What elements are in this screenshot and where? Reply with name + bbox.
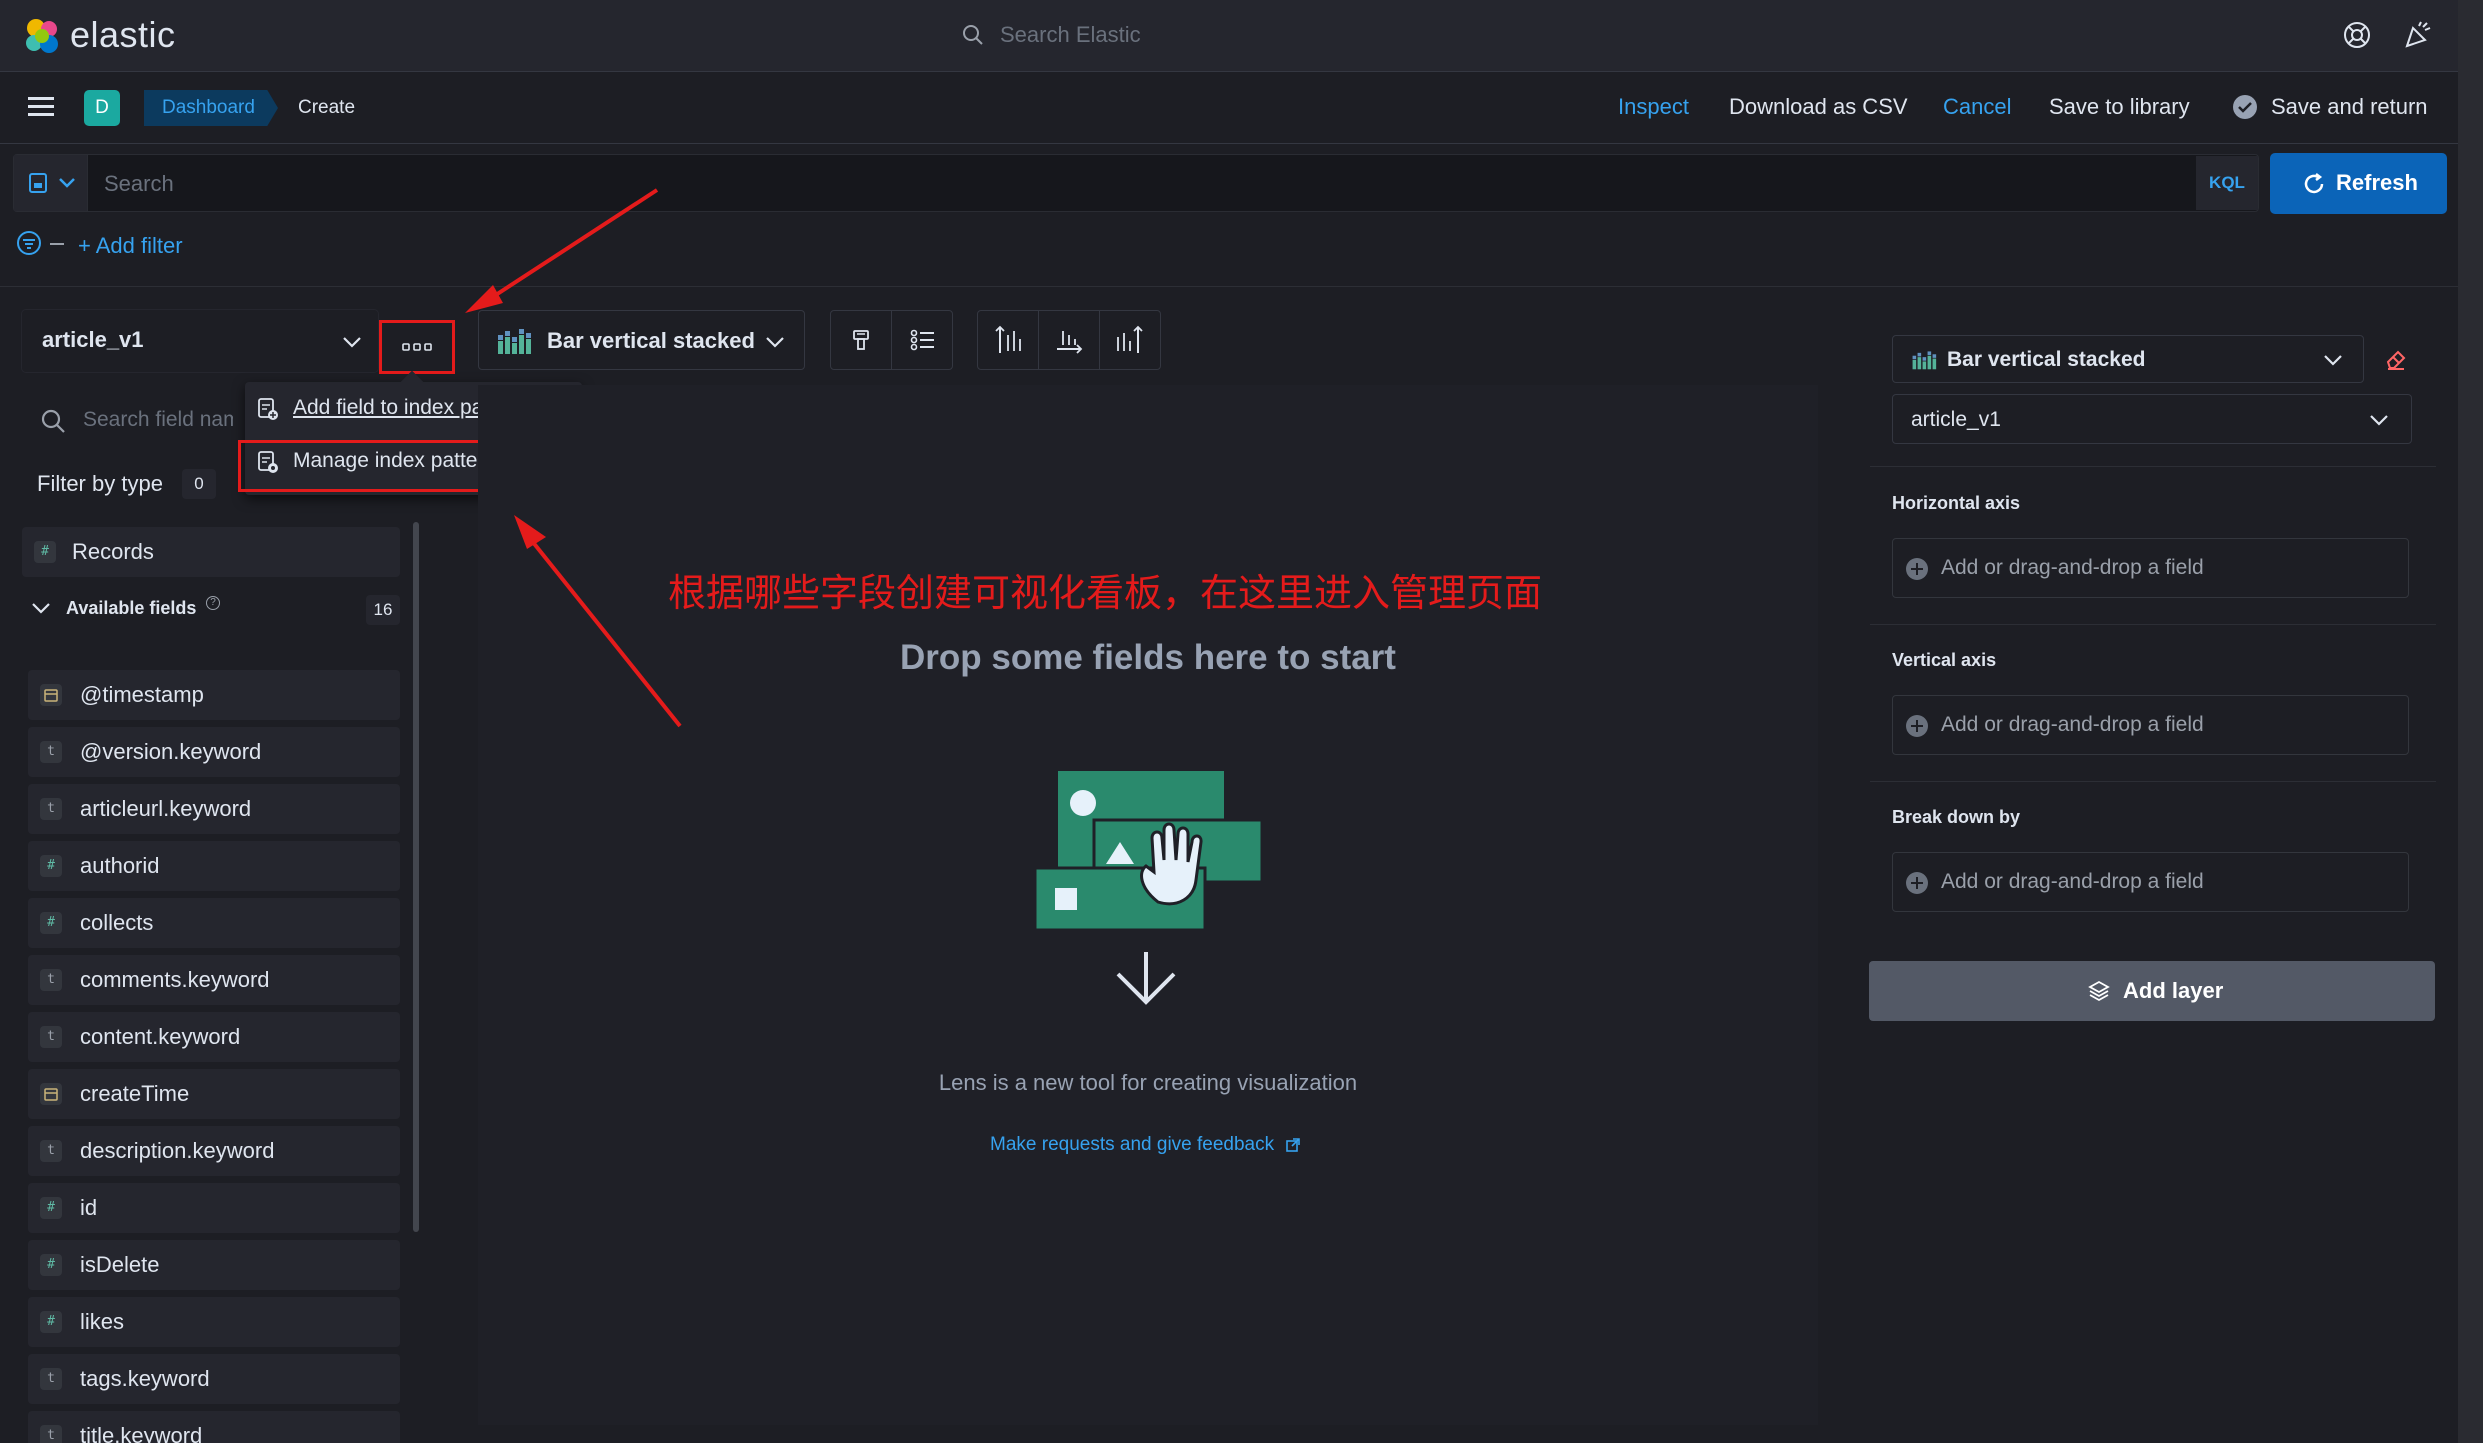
window-edge — [2458, 0, 2483, 1443]
arrow-head-icon — [465, 285, 503, 313]
annotation-arrows — [465, 188, 682, 728]
arrow-head-icon — [514, 515, 546, 549]
